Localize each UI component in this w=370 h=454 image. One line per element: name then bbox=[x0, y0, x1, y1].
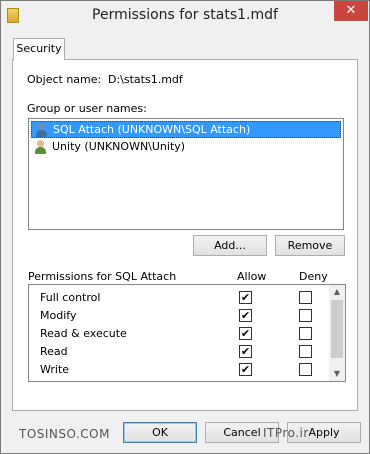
watermark-right: ITPro.ir bbox=[263, 426, 309, 440]
object-name-value: D:\stats1.mdf bbox=[108, 73, 183, 86]
scroll-thumb[interactable] bbox=[331, 300, 343, 358]
object-name-label: Object name: bbox=[27, 73, 102, 86]
tab-security[interactable]: Security bbox=[13, 38, 65, 60]
add-button[interactable]: Add... bbox=[193, 235, 267, 256]
list-item[interactable]: SQL Attach (UNKNOWN\SQL Attach) bbox=[31, 121, 341, 138]
deny-checkbox[interactable] bbox=[299, 363, 312, 376]
permissions-label: Permissions for SQL Attach bbox=[28, 270, 177, 283]
permissions-dialog: Permissions for stats1.mdf ✕ Security Ob… bbox=[0, 0, 370, 454]
table-row: Modify ✔ bbox=[29, 307, 329, 325]
title-bar: Permissions for stats1.mdf ✕ bbox=[1, 1, 369, 31]
user-icon bbox=[35, 122, 48, 137]
table-row: Write ✔ bbox=[29, 361, 329, 379]
permission-name: Read & execute bbox=[40, 327, 127, 340]
deny-header: Deny bbox=[299, 270, 328, 283]
list-item[interactable]: Unity (UNKNOWN\Unity) bbox=[31, 138, 341, 155]
window-title: Permissions for stats1.mdf bbox=[92, 7, 278, 23]
list-item-label: Unity (UNKNOWN\Unity) bbox=[52, 140, 186, 153]
close-button[interactable]: ✕ bbox=[334, 1, 368, 21]
remove-button[interactable]: Remove bbox=[275, 235, 345, 256]
table-row: Read ✔ bbox=[29, 343, 329, 361]
user-list[interactable]: SQL Attach (UNKNOWN\SQL Attach) Unity (U… bbox=[28, 118, 344, 230]
deny-checkbox[interactable] bbox=[299, 291, 312, 304]
scroll-down-icon[interactable]: ▼ bbox=[329, 367, 345, 381]
permissions-list: Full control ✔ Modify ✔ Read & execute ✔… bbox=[28, 284, 346, 382]
close-icon: ✕ bbox=[345, 3, 357, 18]
permission-name: Full control bbox=[40, 291, 101, 304]
deny-checkbox[interactable] bbox=[299, 309, 312, 322]
permission-name: Read bbox=[40, 345, 68, 358]
table-row: Read & execute ✔ bbox=[29, 325, 329, 343]
allow-checkbox[interactable]: ✔ bbox=[239, 309, 252, 322]
table-row: Full control ✔ bbox=[29, 289, 329, 307]
allow-checkbox[interactable]: ✔ bbox=[239, 345, 252, 358]
group-names-label: Group or user names: bbox=[27, 102, 147, 115]
ok-button[interactable]: OK bbox=[123, 422, 197, 443]
deny-checkbox[interactable] bbox=[299, 327, 312, 340]
permissions-scrollbar[interactable]: ▲ ▼ bbox=[329, 285, 345, 381]
allow-checkbox[interactable]: ✔ bbox=[239, 363, 252, 376]
allow-checkbox[interactable]: ✔ bbox=[239, 291, 252, 304]
watermark-left: TOSINSO.COM bbox=[19, 427, 110, 441]
permission-name: Write bbox=[40, 363, 70, 376]
allow-checkbox[interactable]: ✔ bbox=[239, 327, 252, 340]
user-icon bbox=[34, 139, 47, 154]
allow-header: Allow bbox=[237, 270, 267, 283]
list-item-label: SQL Attach (UNKNOWN\SQL Attach) bbox=[53, 123, 251, 136]
permission-name: Modify bbox=[40, 309, 77, 322]
security-panel: Object name: D:\stats1.mdf Group or user… bbox=[12, 59, 358, 411]
scroll-up-icon[interactable]: ▲ bbox=[329, 285, 345, 299]
deny-checkbox[interactable] bbox=[299, 345, 312, 358]
